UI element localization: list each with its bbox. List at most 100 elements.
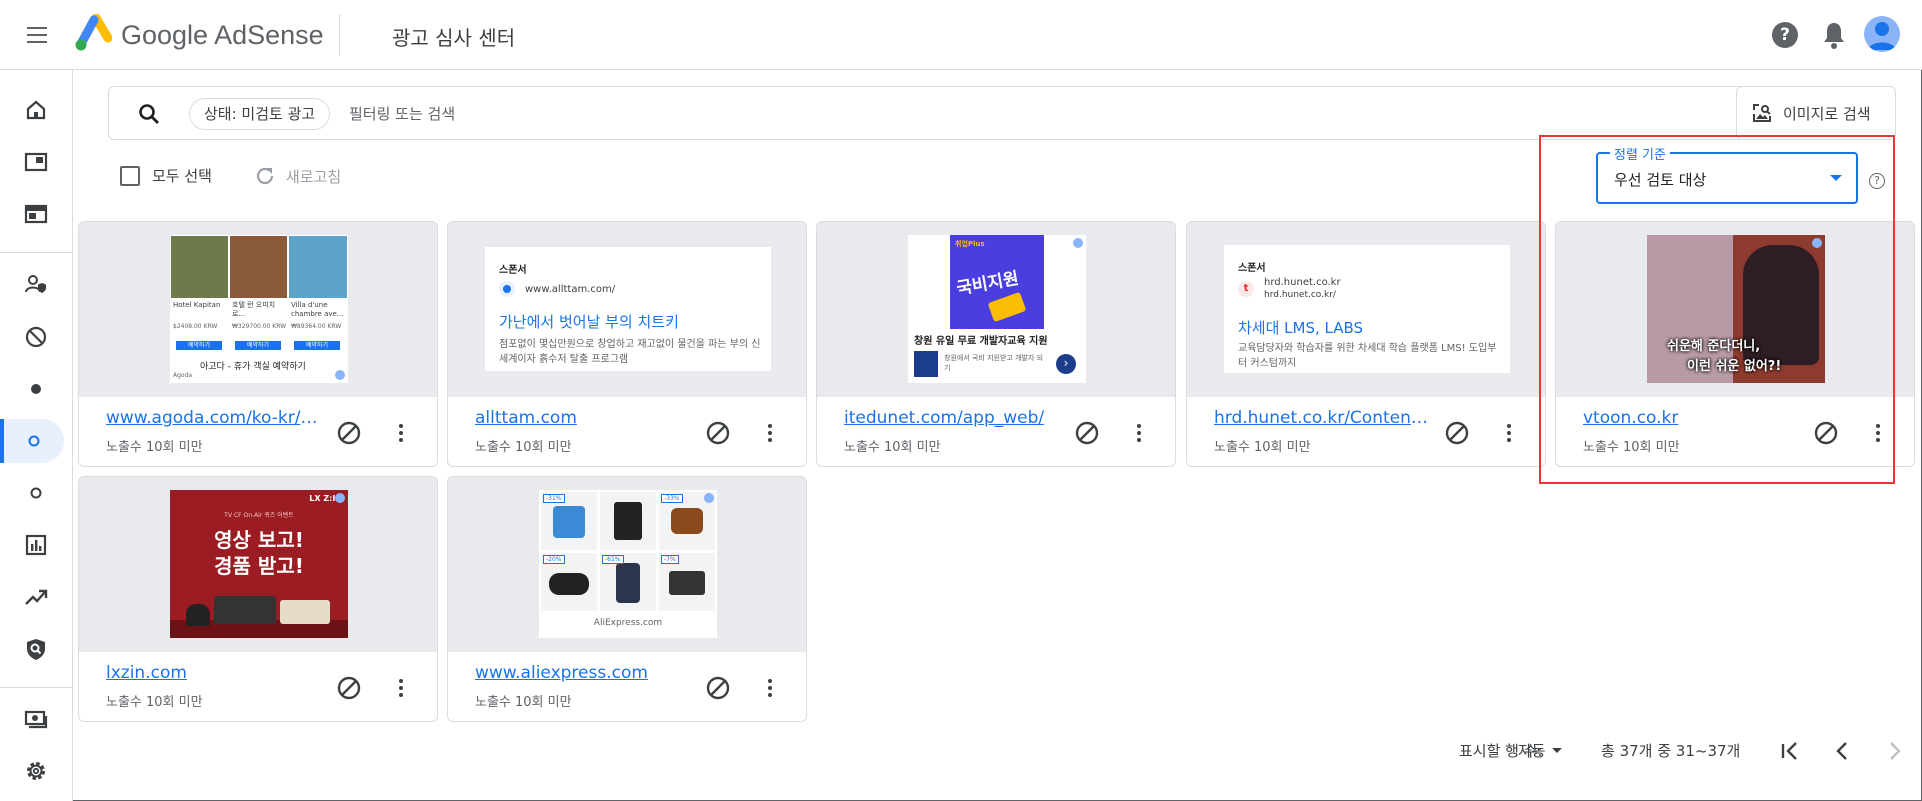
notifications-bell-icon[interactable] [1820, 20, 1848, 50]
image-search-icon [1753, 104, 1771, 122]
more-options-icon[interactable] [1133, 420, 1145, 446]
help-icon[interactable]: ? [1772, 22, 1798, 48]
ad-url-link[interactable]: itedunet.com/app_web/ [844, 408, 1064, 428]
ad-url-link[interactable]: www.aliexpress.com [475, 663, 695, 683]
hotel-name: Villa d'une chambre ave... [291, 301, 344, 318]
sidebar-item-reports[interactable] [10, 523, 62, 567]
next-page-icon[interactable] [1882, 738, 1908, 764]
sidebar-item-settings[interactable] [10, 749, 62, 793]
hotel-photo [289, 236, 347, 298]
more-options-icon[interactable] [764, 420, 776, 446]
account-avatar[interactable] [1864, 16, 1900, 52]
text-ad-creative: 스폰서 t hrd.hunet.co.kr hrd.hunet.co.kr/ 차… [1224, 245, 1510, 373]
impressions-label: 노출수 10회 미만 [1583, 440, 1680, 455]
sidebar-item-ad-review[interactable] [0, 419, 64, 463]
ad-preview[interactable]: Hotel Kapitan 호텔 런 오피치로... Villa d'une c… [79, 222, 437, 397]
hamburger-menu-icon[interactable] [22, 20, 52, 50]
ad-url-link[interactable]: www.agoda.com/ko-kr/pa... [106, 408, 326, 428]
sidebar-item-blocking[interactable] [10, 315, 62, 359]
sidebar-item-payments[interactable] [10, 697, 62, 741]
ad-text-line2: 경품 받고! [214, 554, 304, 578]
dropdown-caret-icon [1551, 748, 1562, 753]
ad-logo [914, 351, 938, 377]
ad-domain-path: hrd.hunet.co.kr/ [1264, 290, 1336, 300]
sidebar-item-policy-center[interactable] [10, 627, 62, 671]
bar-chart-icon [25, 534, 47, 556]
ad-preview[interactable]: 스폰서 www.allttam.com/ 가난에서 벗어날 부의 치트키 점포없… [448, 222, 806, 397]
card-graphic [987, 291, 1027, 323]
ad-card[interactable]: Hotel Kapitan 호텔 런 오피치로... Villa d'une c… [78, 221, 438, 467]
search-icon[interactable] [137, 102, 161, 126]
block-ad-icon[interactable] [1074, 420, 1100, 446]
search-input[interactable] [349, 99, 1649, 129]
sidebar-nav [0, 70, 73, 801]
block-ad-icon[interactable] [336, 675, 362, 701]
adchoices-icon [1073, 238, 1083, 248]
adchoices-icon [704, 493, 714, 503]
sidebar-item-sites[interactable] [10, 192, 62, 236]
ad-card[interactable]: LX Z:IN TV CF On-Air 퀴즈 이벤트 영상 보고! 경품 받고… [78, 476, 438, 722]
ad-url-link[interactable]: vtoon.co.kr [1583, 408, 1803, 428]
ad-card[interactable]: 스폰서 www.allttam.com/ 가난에서 벗어날 부의 치트키 점포없… [447, 221, 807, 467]
ad-brand: AliExpress.com [593, 618, 663, 628]
sidebar-item-optimization[interactable] [10, 575, 62, 619]
sidebar-item-privacy[interactable] [10, 262, 62, 306]
refresh-label: 새로고침 [286, 167, 342, 186]
select-all[interactable]: 모두 선택 [120, 165, 212, 186]
hotel-price: $2408.00 KRW [173, 323, 218, 330]
select-all-checkbox[interactable] [120, 165, 140, 186]
book-button: 예약하기 [176, 341, 222, 350]
refresh-button[interactable]: 새로고침 [254, 165, 341, 187]
ad-card[interactable]: 쉬운해 준다더니, 이런 쉬운 없어?! vtoon.co.kr 노출수 10회… [1555, 221, 1915, 467]
more-options-icon[interactable] [395, 420, 407, 446]
impressions-label: 노출수 10회 미만 [106, 440, 203, 455]
image-search-button[interactable]: 이미지로 검색 [1736, 86, 1896, 140]
ad-card[interactable]: 취업Plus 국비지원 창원 유일 무료 개발자교육 지원 창원에서 국비 지원… [816, 221, 1176, 467]
block-ad-icon[interactable] [1813, 420, 1839, 446]
ad-preview[interactable]: LX Z:IN TV CF On-Air 퀴즈 이벤트 영상 보고! 경품 받고… [79, 477, 437, 652]
sort-help-icon[interactable]: ? [1869, 173, 1885, 189]
select-all-label: 모두 선택 [152, 167, 212, 185]
ad-preview[interactable]: 스폰서 t hrd.hunet.co.kr hrd.hunet.co.kr/ 차… [1187, 222, 1545, 397]
agoda-creative: Hotel Kapitan 호텔 런 오피치로... Villa d'une c… [170, 235, 348, 383]
ad-url-link[interactable]: lxzin.com [106, 663, 326, 683]
more-options-icon[interactable] [1503, 420, 1515, 446]
more-options-icon[interactable] [764, 675, 776, 701]
site-favicon-icon: t [1238, 281, 1254, 297]
ad-subtext: 창원에서 국비 지원받고 개발자 되기 [944, 354, 1044, 372]
ad-preview[interactable]: 쉬운해 준다더니, 이런 쉬운 없어?! [1556, 222, 1914, 397]
sidebar-item-subitem-1[interactable] [10, 367, 62, 411]
block-ad-icon[interactable] [705, 420, 731, 446]
sidebar-item-ads[interactable] [10, 140, 62, 184]
block-ad-icon[interactable] [1444, 420, 1470, 446]
ad-preview[interactable]: 취업Plus 국비지원 창원 유일 무료 개발자교육 지원 창원에서 국비 지원… [817, 222, 1175, 397]
ad-url-link[interactable]: hrd.hunet.co.kr/Contents/... [1214, 408, 1434, 428]
sidebar-item-subitem-3[interactable] [10, 471, 62, 515]
previous-page-icon[interactable] [1829, 738, 1855, 764]
chevron-right-icon: › [1056, 354, 1076, 374]
headphones-product [186, 604, 210, 626]
block-ad-icon[interactable] [336, 420, 362, 446]
rows-per-page-select[interactable]: 자동 [1518, 740, 1562, 761]
image-search-label: 이미지로 검색 [1783, 104, 1871, 123]
status-filter-chip[interactable]: 상태: 미검토 광고 [189, 98, 331, 130]
block-icon [25, 326, 47, 348]
ad-domain: www.allttam.com/ [525, 284, 616, 295]
discount-tag: -20% [543, 555, 565, 564]
sort-dropdown[interactable]: 정렬 기준 우선 검토 대상 [1596, 144, 1858, 204]
ad-url-link[interactable]: allttam.com [475, 408, 695, 428]
block-ad-icon[interactable] [705, 675, 731, 701]
adsense-logo-icon [75, 14, 112, 51]
first-page-icon[interactable] [1777, 738, 1803, 764]
more-options-icon[interactable] [395, 675, 407, 701]
ad-preview[interactable]: -31% -33% -20% -61% -7% AliExpress.com [448, 477, 806, 652]
ad-headline: 차세대 LMS, LABS [1238, 319, 1364, 337]
user-silhouette-icon [1868, 22, 1896, 50]
refresh-icon [256, 167, 274, 185]
adchoices-icon [335, 493, 345, 503]
product-tile [600, 492, 656, 550]
more-options-icon[interactable] [1872, 420, 1884, 446]
ad-card[interactable]: -31% -33% -20% -61% -7% AliExpress.com w… [447, 476, 807, 722]
ad-card[interactable]: 스폰서 t hrd.hunet.co.kr hrd.hunet.co.kr/ 차… [1186, 221, 1546, 467]
sidebar-item-home[interactable] [10, 88, 62, 132]
